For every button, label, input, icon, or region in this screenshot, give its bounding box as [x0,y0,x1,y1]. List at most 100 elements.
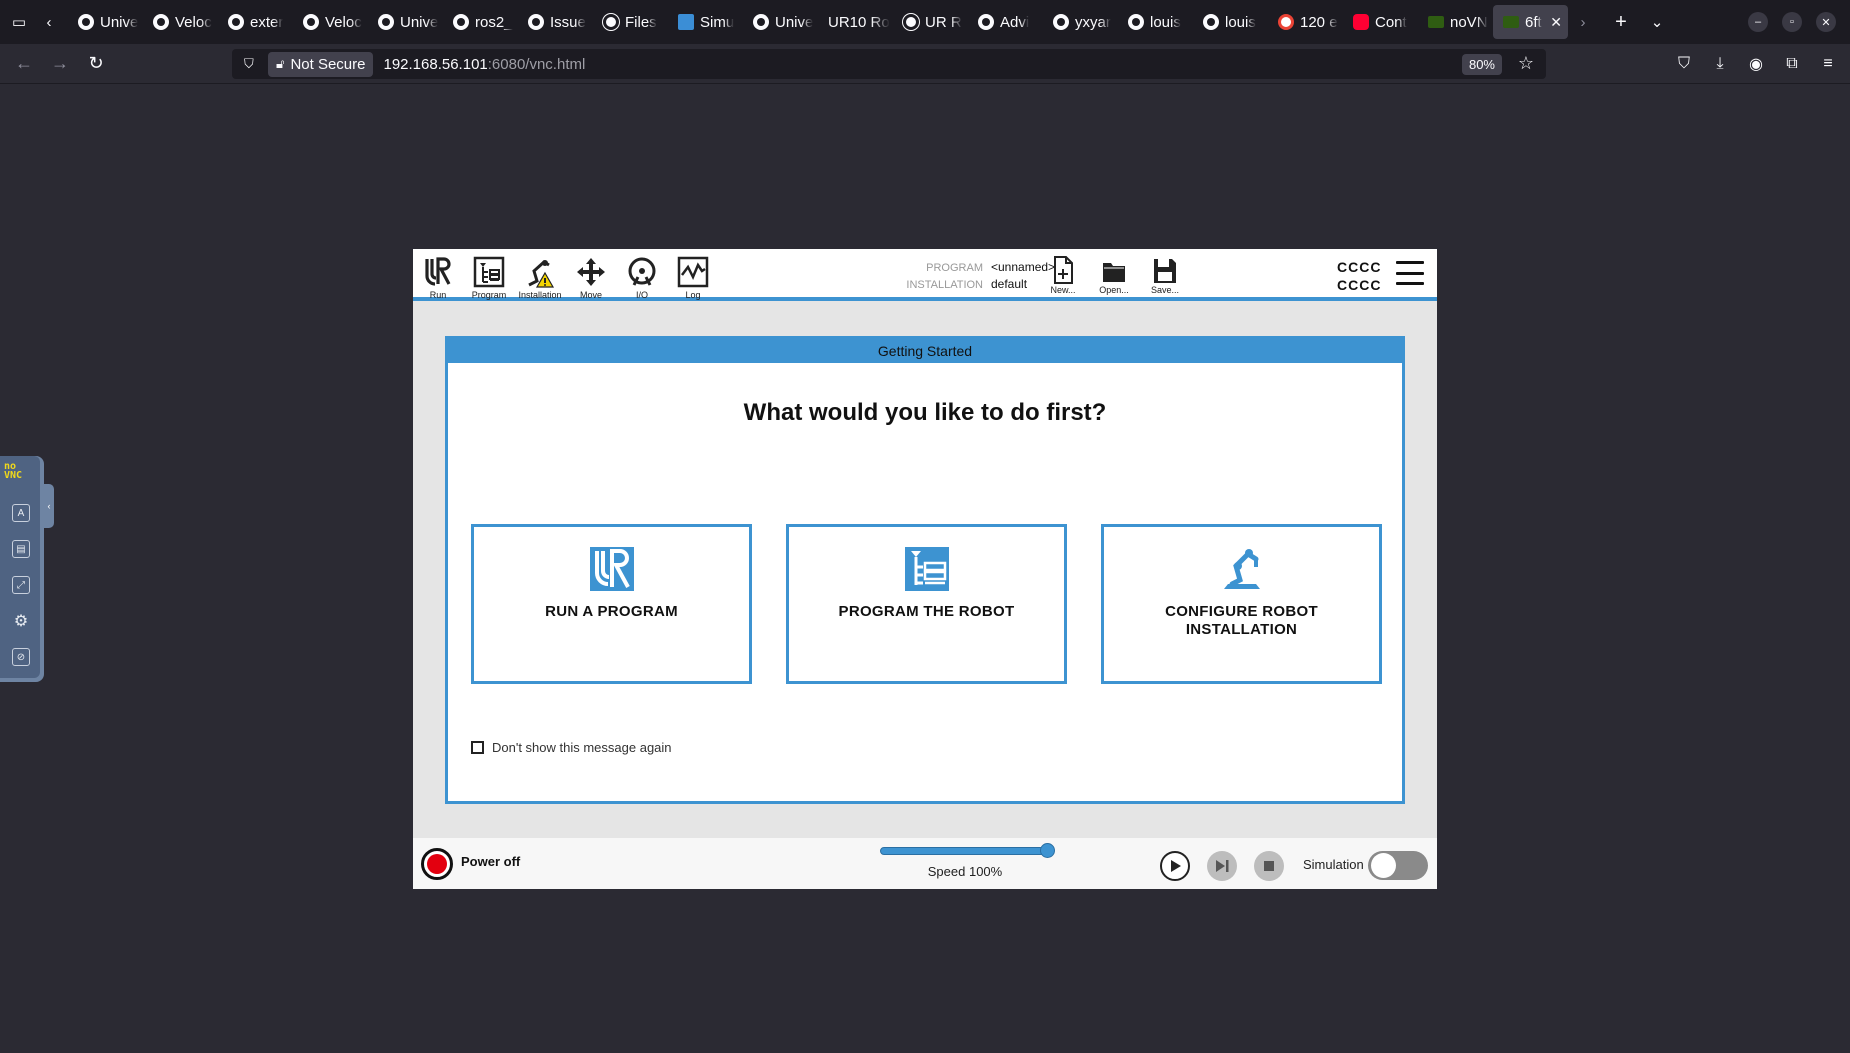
tab-list: Unive Veloc exter Veloc Unive ros2_ Issue Files… [68,0,1568,44]
browser-tab[interactable]: exter [218,5,293,39]
run-program-label: RUN A PROGRAM [545,603,678,620]
ur-logo-icon [589,547,634,591]
program-icon [473,256,505,288]
browser-tab[interactable]: UR10 Ro [818,5,893,39]
run-program-option[interactable]: RUN A PROGRAM [471,524,752,684]
back-icon[interactable]: ← [6,48,42,80]
reload-icon[interactable]: ↻ [78,48,114,80]
scroll-tabs-left-icon[interactable]: ‹ [34,7,64,37]
account-icon[interactable]: ◉ [1738,54,1774,74]
browser-tab[interactable]: Veloc [293,5,368,39]
program-icon [904,547,949,591]
tab-title: noVN [1450,13,1488,31]
tab-title: Unive [100,13,139,31]
scroll-tabs-right-icon[interactable]: › [1568,7,1598,37]
simulation-toggle[interactable] [1368,851,1428,880]
open-program-label: Open... [1099,285,1129,295]
github-icon [228,14,244,30]
ur-logo-icon [424,257,452,286]
security-indicator[interactable]: 🔓︎ Not Secure [268,51,374,77]
url-host: 192.168.56.101 [383,55,488,73]
power-label[interactable]: Power off [461,854,520,869]
browser-tab[interactable]: Advi [968,5,1043,39]
nav-run[interactable]: Run [415,255,461,301]
zoom-level-button[interactable]: 80% [1461,54,1502,75]
browser-tab[interactable]: ros2_ [443,5,518,39]
browser-tab[interactable]: Unive [743,5,818,39]
close-tab-icon[interactable]: ✕ [1550,14,1562,31]
browser-tab[interactable]: Veloc [143,5,218,39]
hamburger-menu-icon[interactable] [1396,261,1424,285]
github-icon [753,14,769,30]
app-menu-icon[interactable]: ≡ [1810,55,1846,73]
fullscreen-icon[interactable]: ⤢ [12,576,30,594]
control-bar-handle[interactable]: ‹ [44,484,54,528]
nav-io[interactable]: I/O [619,255,665,301]
youtube-icon [1353,14,1369,30]
program-robot-label: PROGRAM THE ROBOT [838,603,1015,620]
checkbox-box[interactable] [471,741,484,754]
speed-slider[interactable] [880,843,1055,858]
forward-icon[interactable]: → [42,48,78,80]
browser-tab[interactable]: Simu [668,5,743,39]
dont-show-again-checkbox[interactable]: Don't show this message again [471,740,672,755]
program-robot-option[interactable]: PROGRAM THE ROBOT [786,524,1067,684]
save-program-button[interactable]: Save... [1145,255,1185,295]
tab-title: Files [625,13,657,31]
github-icon [1053,14,1069,30]
restore-window-icon[interactable]: ▫ [1782,12,1802,32]
clipboard-icon[interactable]: ▤ [12,540,30,558]
browser-tab[interactable]: 6ft ✕ [1493,5,1568,39]
tab-list-icon[interactable]: ▭ [4,7,34,37]
novnc-icon [1503,16,1519,28]
browser-tab-strip: ▭ ‹ Unive Veloc exter Veloc Unive ros2_ Issue F… [0,0,1850,44]
minimize-window-icon[interactable]: – [1748,12,1768,32]
tab-title: UR10 Ro [828,13,890,31]
url-text[interactable]: 192.168.56.101:6080/vnc.html [383,56,585,73]
power-button[interactable] [421,848,453,880]
github-icon [978,14,994,30]
polyscope-footer: Power off Speed 100% Simulation [413,838,1437,889]
nav-installation[interactable]: Installation [517,255,563,301]
tracking-shield-icon[interactable]: ⛉ [244,56,262,72]
browser-tab[interactable]: Cont [1343,5,1418,39]
pocket-icon[interactable]: ⛉ [1666,55,1702,73]
list-all-tabs-icon[interactable]: ⌄ [1642,7,1672,37]
stop-button[interactable] [1254,851,1284,881]
settings-gear-icon[interactable]: ⚙ [12,612,30,630]
installation-name: default [991,277,1028,291]
nav-move[interactable]: Move [568,255,614,301]
browser-tab[interactable]: Unive [368,5,443,39]
downloads-icon[interactable]: ⤓ [1702,55,1738,73]
step-button[interactable] [1207,851,1237,881]
browser-tab[interactable]: louis [1193,5,1268,39]
tab-title: UR R [925,13,962,31]
browser-tab[interactable]: 120 e [1268,5,1343,39]
configure-installation-option[interactable]: CONFIGURE ROBOT INSTALLATION [1101,524,1382,684]
google-icon [1278,14,1294,30]
tab-title: 6ft [1525,13,1542,31]
new-program-button[interactable]: New... [1043,255,1083,295]
simulation-label: Simulation [1303,857,1364,872]
browser-tab[interactable]: noVN [1418,5,1493,39]
github-icon [78,14,94,30]
bookmark-star-icon[interactable]: ☆ [1518,53,1534,74]
browser-tab[interactable]: Unive [68,5,143,39]
address-bar[interactable]: ⛉ 🔓︎ Not Secure 192.168.56.101:6080/vnc.… [232,49,1546,79]
speed-slider-knob[interactable] [1040,843,1055,858]
browser-tab[interactable]: UR R [893,5,968,39]
extra-keys-icon[interactable]: A [12,504,30,522]
save-program-label: Save... [1150,285,1179,295]
nav-program[interactable]: Program [466,255,512,301]
play-button[interactable] [1160,851,1190,881]
browser-tab[interactable]: louis [1118,5,1193,39]
new-tab-icon[interactable]: + [1606,7,1636,37]
disconnect-icon[interactable]: ⊘ [12,648,30,666]
browser-tab[interactable]: Files [593,5,668,39]
browser-tab[interactable]: Issue [518,5,593,39]
browser-tab[interactable]: yxyar [1043,5,1118,39]
extensions-icon[interactable]: ⧉ [1774,55,1810,73]
close-window-icon[interactable]: ✕ [1816,12,1836,32]
open-program-button[interactable]: Open... [1094,255,1134,295]
nav-log[interactable]: Log [670,255,716,301]
